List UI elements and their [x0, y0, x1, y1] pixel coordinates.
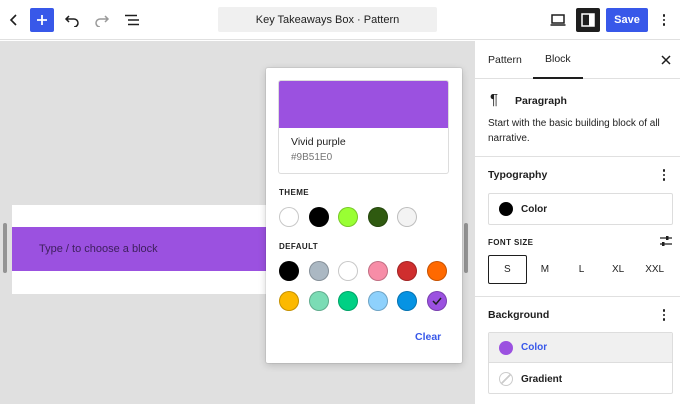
default-color-swatch[interactable] — [308, 261, 329, 281]
typography-title: Typography — [488, 169, 548, 181]
redo-icon — [95, 15, 110, 27]
background-controls: Color Gradient — [488, 332, 673, 394]
plus-icon — [37, 15, 47, 25]
font-size-option[interactable]: S — [488, 255, 527, 284]
theme-color-swatch[interactable] — [397, 207, 417, 227]
default-color-swatch[interactable] — [397, 291, 417, 311]
font-size-option[interactable]: XXL — [636, 255, 673, 284]
font-size-label: FONT SIZE — [488, 238, 534, 247]
font-size-option[interactable]: L — [563, 255, 600, 284]
background-color-label: Color — [521, 342, 548, 353]
close-icon[interactable] — [659, 53, 673, 67]
undo-icon — [64, 15, 79, 27]
theme-color-swatch[interactable] — [367, 207, 388, 227]
background-title: Background — [488, 309, 550, 321]
selected-color-preview[interactable] — [278, 80, 449, 128]
section-divider — [475, 296, 680, 297]
background-options-icon[interactable] — [659, 307, 669, 323]
default-color-swatch[interactable] — [279, 261, 299, 281]
view-button[interactable] — [546, 8, 570, 32]
color-picker-popover: Vivid purple #9B51E0 THEME DEFAULT Clear — [266, 68, 462, 363]
block-card: ¶ Paragraph Start with the basic buildin… — [475, 79, 680, 157]
back-chevron-icon[interactable] — [2, 8, 26, 32]
gradient-swatch — [499, 372, 513, 386]
default-color-swatch[interactable] — [397, 261, 417, 281]
settings-button[interactable] — [576, 8, 600, 32]
selected-color-name: Vivid purple — [291, 136, 346, 148]
tab-block[interactable]: Block — [533, 41, 583, 79]
document-overview-button[interactable] — [120, 8, 144, 32]
more-vertical-icon — [659, 12, 669, 28]
theme-color-swatch[interactable] — [338, 207, 358, 227]
selected-color-hex: #9B51E0 — [291, 152, 333, 163]
top-toolbar: Key Takeaways Box · Pattern Save — [0, 0, 680, 40]
paragraph-block[interactable]: Type / to choose a block — [12, 227, 272, 271]
checkmark-icon — [431, 297, 442, 305]
add-block-button[interactable] — [30, 8, 54, 32]
theme-colors-label: THEME — [279, 188, 309, 197]
typography-options-icon[interactable] — [659, 167, 669, 183]
paragraph-icon: ¶ — [490, 91, 499, 108]
document-title[interactable]: Key Takeaways Box · Pattern — [218, 7, 437, 32]
font-size-option[interactable]: XL — [600, 255, 637, 284]
font-size-picker: S M L XL XXL — [488, 255, 673, 284]
default-color-swatch[interactable] — [426, 291, 447, 311]
block-description: Start with the basic building block of a… — [488, 118, 660, 144]
font-size-option[interactable]: M — [527, 255, 564, 284]
default-color-swatch[interactable] — [367, 291, 388, 311]
text-color-swatch — [499, 202, 513, 216]
default-color-swatch[interactable] — [367, 261, 388, 281]
undo-button[interactable] — [60, 8, 84, 32]
selected-color-info: Vivid purple #9B51E0 — [278, 128, 449, 174]
background-color-swatch — [499, 340, 513, 355]
tab-pattern[interactable]: Pattern — [488, 41, 522, 79]
default-color-swatch[interactable] — [426, 261, 447, 281]
default-color-swatch[interactable] — [338, 291, 358, 311]
save-button[interactable]: Save — [606, 8, 648, 32]
settings-sidebar: Pattern Block ¶ Paragraph Start with the… — [474, 41, 680, 404]
sidebar-tabs: Pattern Block — [475, 41, 680, 79]
resize-handle-right[interactable] — [464, 223, 468, 273]
clear-color-button[interactable]: Clear — [415, 331, 441, 343]
background-color-control[interactable]: Color — [489, 333, 672, 363]
theme-color-swatch[interactable] — [308, 207, 329, 227]
background-gradient-control[interactable]: Gradient — [489, 364, 672, 394]
default-color-swatch[interactable] — [279, 291, 299, 311]
font-size-settings-icon[interactable] — [659, 235, 673, 247]
more-options-button[interactable] — [654, 8, 674, 32]
redo-button[interactable] — [90, 8, 114, 32]
desktop-icon — [550, 14, 566, 26]
resize-handle-left[interactable] — [3, 223, 7, 273]
list-view-icon — [125, 14, 139, 26]
default-color-swatch[interactable] — [308, 291, 329, 311]
background-gradient-label: Gradient — [521, 373, 563, 385]
text-color-control[interactable]: Color — [488, 193, 673, 225]
theme-color-swatch[interactable] — [279, 207, 299, 227]
block-placeholder: Type / to choose a block — [39, 243, 158, 255]
default-color-swatch[interactable] — [338, 261, 358, 281]
sidebar-toggle-icon — [581, 13, 595, 27]
text-color-label: Color — [521, 203, 548, 215]
block-name: Paragraph — [515, 95, 567, 107]
default-colors-label: DEFAULT — [279, 242, 319, 251]
